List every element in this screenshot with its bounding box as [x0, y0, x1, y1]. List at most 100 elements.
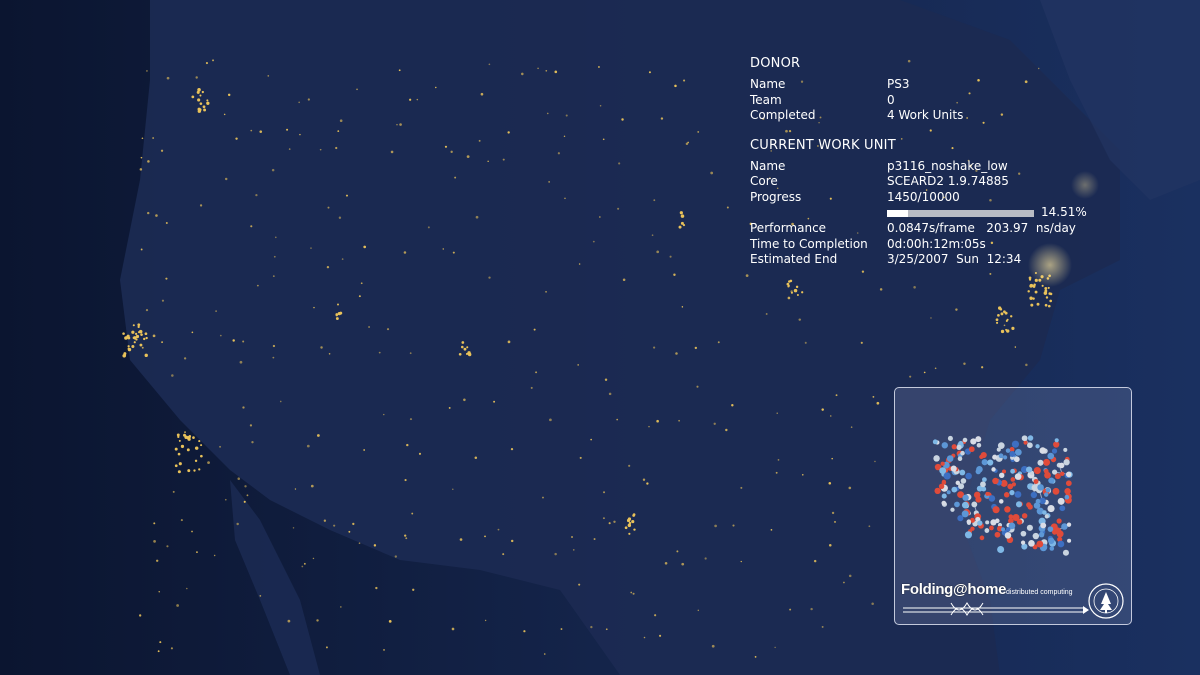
- city-light: [460, 345, 464, 349]
- molecule-atom: [991, 467, 996, 472]
- molecule-atom: [938, 483, 945, 489]
- city-light: [643, 636, 646, 639]
- molecule-atom: [1020, 540, 1026, 545]
- city-light: [651, 234, 654, 236]
- city-light: [1010, 315, 1013, 318]
- city-light: [793, 288, 798, 293]
- city-light: [259, 130, 263, 133]
- city-light: [616, 418, 619, 421]
- donor-name-label: Name: [750, 77, 786, 92]
- city-light: [206, 99, 209, 102]
- city-light: [140, 248, 143, 251]
- molecule-atom: [1021, 435, 1028, 442]
- city-light: [1006, 318, 1009, 321]
- city-light: [628, 521, 632, 525]
- city-light: [602, 517, 605, 520]
- city-light: [458, 352, 462, 356]
- city-light: [673, 273, 676, 276]
- city-light: [141, 346, 144, 349]
- city-light: [828, 543, 832, 547]
- wu-ttc-value: 0d:00h:12m:05s: [887, 236, 986, 251]
- city-light: [187, 437, 191, 441]
- city-light: [813, 559, 817, 563]
- city-light: [403, 251, 407, 254]
- city-light: [466, 346, 469, 349]
- molecule-atom: [1008, 514, 1014, 520]
- city-light: [206, 102, 209, 105]
- molecule-atom: [1052, 487, 1060, 495]
- progress-percent: 14.51%: [1041, 205, 1087, 220]
- city-light: [913, 286, 916, 289]
- city-light: [294, 488, 297, 490]
- city-light: [608, 522, 611, 525]
- city-light: [545, 291, 547, 293]
- city-light: [396, 123, 398, 126]
- city-light: [710, 171, 714, 175]
- molecule-atom: [961, 501, 969, 509]
- molecule-atom: [992, 506, 1000, 514]
- molecule-atom: [1023, 440, 1028, 445]
- city-light: [493, 400, 496, 403]
- city-light: [199, 94, 202, 97]
- city-light: [177, 435, 180, 439]
- city-light: [452, 251, 455, 254]
- molecule-atom: [968, 446, 975, 453]
- molecule-atom: [975, 468, 981, 475]
- city-light: [1044, 289, 1048, 293]
- city-light: [704, 557, 707, 560]
- molecule-atom: [971, 501, 978, 508]
- logo-tagline: distributed computing: [1006, 589, 1073, 596]
- city-light: [303, 562, 306, 565]
- city-light: [934, 367, 937, 370]
- molecule-atom: [960, 450, 965, 456]
- city-light: [363, 245, 367, 249]
- city-light: [680, 214, 685, 218]
- molecule-atom: [1047, 452, 1055, 460]
- logo-brand-text: Folding@home: [901, 581, 1007, 598]
- molecule-atom: [947, 435, 953, 441]
- city-light: [1029, 283, 1034, 288]
- city-light: [399, 123, 402, 126]
- city-light: [548, 181, 550, 183]
- city-light: [160, 149, 164, 152]
- city-light: [801, 291, 804, 294]
- city-light: [563, 135, 566, 138]
- city-light: [341, 258, 344, 260]
- molecule-atom: [941, 493, 947, 499]
- city-light: [774, 646, 776, 649]
- city-light: [339, 311, 343, 315]
- molecule-atom: [1004, 532, 1012, 539]
- city-light: [848, 486, 852, 490]
- city-light: [442, 248, 445, 250]
- city-light: [998, 306, 1002, 310]
- city-light: [810, 607, 813, 611]
- city-light: [201, 90, 204, 94]
- donor-section-title: DONOR: [750, 56, 801, 71]
- city-light: [1045, 296, 1049, 299]
- city-light: [592, 240, 595, 243]
- donor-completed-value: 4 Work Units: [887, 108, 964, 123]
- donor-completed-label: Completed: [750, 108, 816, 123]
- molecule-atom: [1047, 505, 1055, 513]
- city-light: [246, 494, 249, 497]
- city-light: [507, 131, 510, 134]
- city-light: [272, 356, 275, 359]
- city-light: [732, 524, 735, 527]
- molecule-atom: [962, 437, 968, 443]
- city-light: [188, 435, 191, 438]
- city-light: [679, 211, 683, 215]
- city-light: [1034, 290, 1038, 294]
- city-light: [140, 333, 143, 336]
- city-light: [593, 538, 596, 541]
- city-light: [358, 542, 361, 544]
- city-light: [510, 448, 514, 451]
- city-light: [790, 290, 793, 293]
- molecule-atom: [1056, 518, 1062, 524]
- city-light: [1000, 329, 1005, 334]
- city-light: [363, 449, 366, 451]
- city-light: [139, 343, 143, 347]
- city-light: [178, 439, 181, 442]
- city-light: [186, 587, 188, 590]
- progress-bar-fill: [887, 209, 909, 217]
- city-light: [135, 332, 138, 336]
